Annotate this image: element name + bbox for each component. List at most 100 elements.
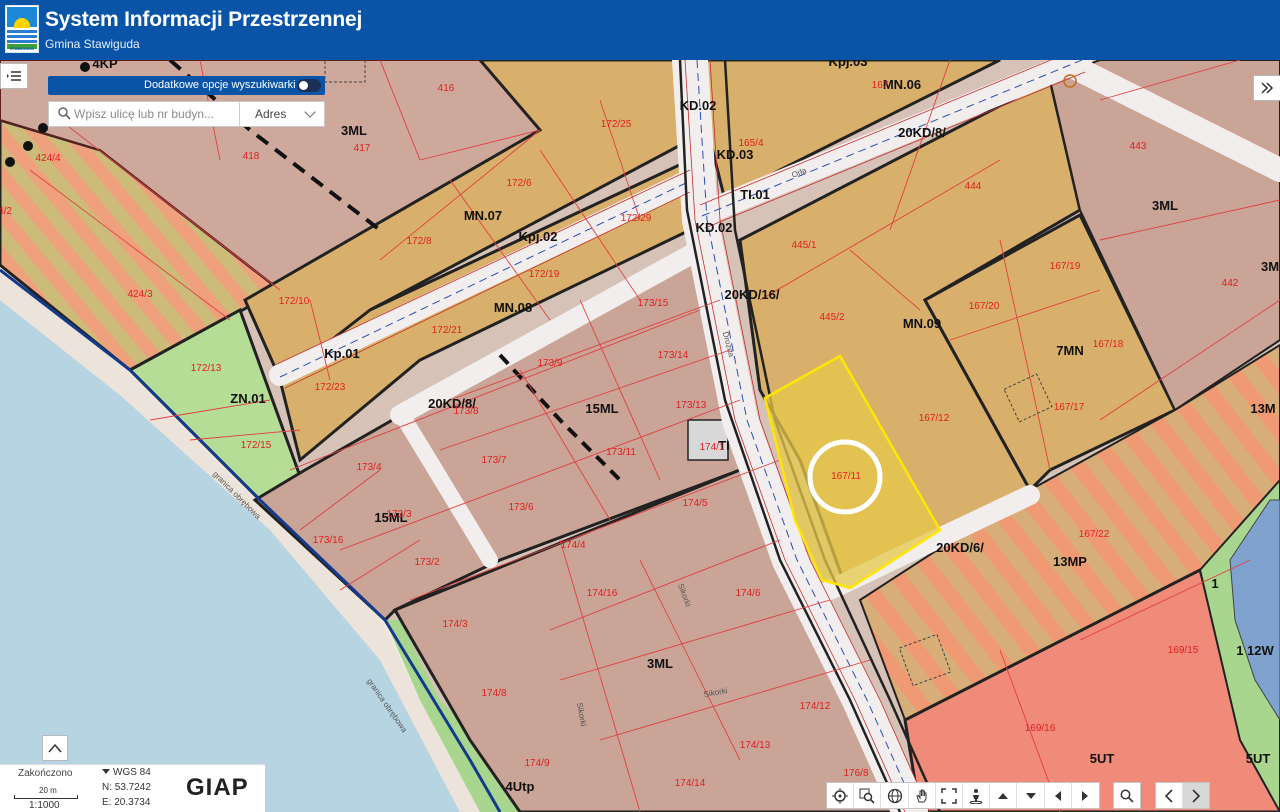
zone-label: 5UT (1090, 751, 1115, 766)
zoom-search-button[interactable] (854, 783, 882, 808)
pan-right-button[interactable] (1072, 783, 1099, 808)
latitude-readout: N: 53.7242 (102, 782, 151, 793)
parcel-label: 169/15 (1168, 645, 1199, 656)
zone-label: 20KD/16/ (725, 287, 780, 302)
parcel-label: 445/2 (819, 312, 844, 323)
parcel-label: 173/3 (386, 509, 411, 520)
chevron-down-icon[interactable] (304, 106, 316, 118)
parcel-label: 173/7 (481, 455, 506, 466)
parcel-label: 173/11 (606, 447, 636, 458)
zone-label: 20KD/6/ (936, 540, 984, 555)
search-options-toggle[interactable] (297, 79, 321, 92)
zone-label: 3M (1261, 259, 1279, 274)
chevron-up-icon (48, 743, 62, 753)
scale-bar-label: 20 m (39, 786, 57, 795)
parcel-label: 173/8 (453, 406, 478, 417)
triangle-left-icon (1054, 790, 1061, 801)
search-mode-select[interactable]: Adres (255, 107, 286, 121)
globe-button[interactable] (881, 783, 909, 808)
parcel-label: 173/6 (508, 502, 533, 513)
status-panel: Zakończono 20 m 1:1000 WGS 84 N: 53.7242… (0, 764, 265, 812)
parcel-label: 173/15 (638, 298, 669, 309)
search-icon (1120, 789, 1134, 803)
parcel-label: 167 (872, 80, 889, 91)
double-chevron-right-icon (1261, 82, 1274, 94)
pan-down-button[interactable] (1017, 783, 1045, 808)
pan-up-button[interactable] (990, 783, 1018, 808)
parcel-label: 173/14 (658, 350, 689, 361)
pan-button[interactable] (909, 783, 936, 808)
fullscreen-button[interactable] (936, 783, 964, 808)
parcel-label: 172/21 (432, 325, 463, 336)
person-icon (969, 788, 983, 804)
locate-button[interactable] (827, 783, 855, 808)
parcel-label: 443 (1130, 141, 1147, 152)
parcel-label: 444 (965, 181, 982, 192)
parcel-label: 4/2 (0, 206, 12, 217)
municipality-logo[interactable]: STAWIGUDA (5, 5, 39, 53)
zone-label: 1 12W (1236, 643, 1274, 658)
parcel-label: 172/13 (191, 363, 222, 374)
giap-logo[interactable]: GIAP (186, 774, 249, 802)
zone-label: KD.02 (680, 98, 717, 113)
logo-caption: STAWIGUDA (9, 46, 35, 51)
parcel-label: 174/3 (442, 619, 467, 630)
parcel-label: 172/6 (506, 178, 531, 189)
parcel-label: 424/3 (127, 289, 152, 300)
zone-label: 3ML (341, 123, 367, 138)
triangle-down-icon (1025, 792, 1036, 799)
parcel-label: 418 (243, 151, 260, 162)
parcel-label: 167/18 (1093, 339, 1124, 350)
longitude-readout: E: 20.3734 (102, 797, 151, 808)
parcel-label: 172/29 (621, 213, 652, 224)
zone-label: Kp.01 (324, 346, 359, 361)
zone-label: MN.07 (464, 208, 502, 223)
map-search-toolbar (1113, 782, 1141, 809)
zone-label: MN.09 (903, 316, 941, 331)
zone-label: KD.03 (717, 147, 754, 162)
parcel-label: 174/6 (735, 588, 760, 599)
load-status: Zakończono (18, 768, 73, 779)
search-box: Adres (48, 101, 325, 127)
map-search-button[interactable] (1114, 783, 1140, 808)
zone-label: 1 (1211, 576, 1218, 591)
parcel-label: 174/12 (800, 701, 831, 712)
parcel-label: 172/8 (406, 236, 431, 247)
parcel-label: 174/16 (587, 588, 618, 599)
parcel-label: 417 (354, 143, 371, 154)
map-svg[interactable]: 4KP 3ML MN.07 Kpj.02 MN.08 Kp.01 ZN.01 20KD/8/1… (0, 60, 1280, 812)
zone-label: 5UT (1246, 751, 1271, 766)
parcel-label: 416 (438, 83, 455, 94)
parcel-label: 167/11 (831, 471, 861, 482)
parcel-label: 167/20 (969, 301, 1000, 312)
history-forward-button[interactable] (1182, 783, 1209, 808)
zone-label: TI.01 (740, 187, 770, 202)
parcel-label: 169/16 (1025, 723, 1056, 734)
zoom-magnifier-icon (859, 788, 875, 804)
layers-list-icon (7, 71, 21, 81)
street-view-button[interactable] (963, 783, 991, 808)
parcel-label: 174/8 (481, 688, 506, 699)
parcel-label: 424/4 (35, 153, 60, 164)
app-header: STAWIGUDA System Informacji Przestrzenne… (0, 0, 1280, 60)
map-toolbar (826, 782, 1100, 809)
parcel-label: 173/2 (414, 557, 439, 568)
pan-left-button[interactable] (1045, 783, 1072, 808)
map-canvas[interactable]: 4KP 3ML MN.07 Kpj.02 MN.08 Kp.01 ZN.01 20KD/8/1… (0, 60, 1280, 812)
parcel-label: 172/25 (601, 119, 632, 130)
zone-label: 4Utp (506, 779, 535, 794)
search-input[interactable] (74, 105, 234, 123)
parcel-label: 172/19 (529, 269, 560, 280)
search-options-bar[interactable]: Dodatkowe opcje wyszukiwarki (48, 76, 325, 95)
scale-ratio: 1:1000 (29, 800, 60, 811)
hand-icon (916, 789, 927, 802)
history-back-button[interactable] (1156, 783, 1183, 808)
parcel-label: 167/17 (1054, 402, 1085, 413)
expand-status-button[interactable] (42, 735, 68, 761)
layers-button[interactable] (0, 63, 28, 89)
parcel-label: 173/16 (313, 535, 344, 546)
parcel-label: 173/4 (356, 462, 381, 473)
magnifier-icon (58, 107, 71, 120)
collapse-panel-button[interactable] (1253, 75, 1280, 101)
crs-select[interactable]: WGS 84 (102, 767, 151, 778)
